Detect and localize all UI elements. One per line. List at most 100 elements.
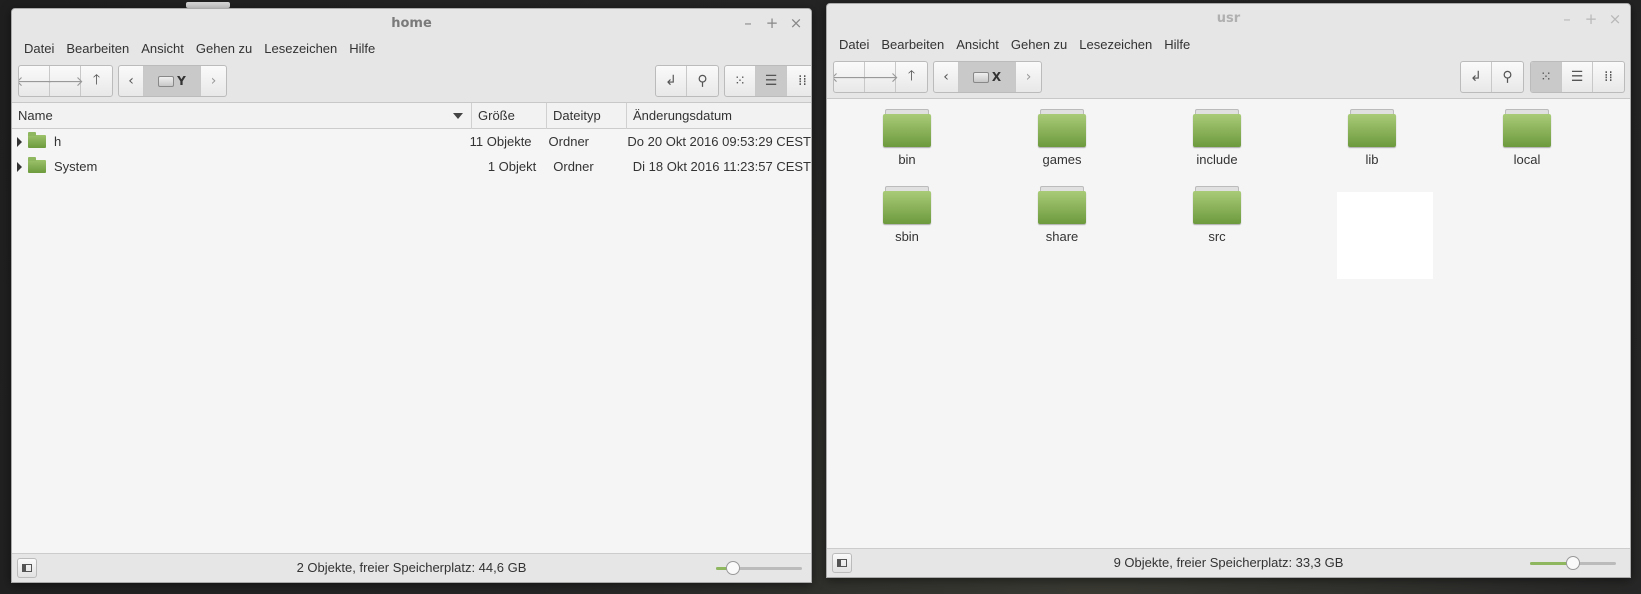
location-search-group: ↲ ⚲ [1460,61,1524,93]
close-button[interactable]: × [789,9,803,38]
maximize-button[interactable]: + [765,9,779,38]
path-prev-button[interactable]: ‹ [934,62,959,92]
search-button[interactable]: ⚲ [1492,62,1523,92]
arrow-up-icon: 🡑 [92,72,101,88]
sort-descending-icon [453,113,463,119]
file-name: h [54,134,62,149]
folder-item[interactable]: include [1147,109,1287,167]
compact-view-button[interactable]: ⁞⁞ [1593,62,1624,92]
toggle-location-icon: ↲ [665,73,677,89]
cell-name: h [12,132,465,149]
arrow-right-icon: 🡒 [46,73,84,90]
title-bar[interactable]: usr – + × [827,4,1630,34]
folder-item[interactable]: lib [1302,109,1442,167]
menu-bookmarks[interactable]: Lesezeichen [1073,37,1158,52]
toggle-location-button[interactable]: ↲ [1461,62,1492,92]
home-folder-icon [28,132,46,148]
maximize-button[interactable]: + [1584,4,1598,34]
menu-view[interactable]: Ansicht [950,37,1005,52]
menu-help[interactable]: Hilfe [1158,37,1196,52]
menu-help[interactable]: Hilfe [343,41,381,56]
path-next-button[interactable]: › [1016,62,1041,92]
column-header-label: Änderungsdatum [633,108,733,123]
location-search-group: ↲ ⚲ [655,65,719,97]
folder-item[interactable]: local [1457,109,1597,167]
list-view-icon: ☰ [1570,69,1584,85]
folder-item[interactable]: games [992,109,1132,167]
expander-icon[interactable] [17,161,22,172]
view-mode-group: ⁙ ☰ ⁞⁞ [724,65,811,97]
folder-item[interactable]: share [992,186,1132,244]
column-header-size[interactable]: Größe [472,103,547,129]
zoom-slider-knob[interactable] [1566,556,1580,570]
folder-icon [1193,109,1241,147]
path-button-current[interactable]: Y [144,66,201,96]
folder-item[interactable]: src [1147,186,1287,244]
cell-date: Do 20 Okt 2016 09:53:29 CEST [627,134,811,149]
drive-icon [972,71,989,83]
menu-edit[interactable]: Bearbeiten [60,41,135,56]
path-next-button[interactable]: › [201,66,226,96]
folder-icon [1503,109,1551,147]
minimize-button[interactable]: – [1560,4,1574,34]
compact-view-icon: ⁞⁞ [798,73,807,89]
menu-go[interactable]: Gehen zu [190,41,258,56]
menu-edit[interactable]: Bearbeiten [875,37,950,52]
folder-icon [28,157,46,173]
folder-label: src [1208,229,1226,244]
folder-icon [1193,186,1241,224]
unrendered-item-placeholder[interactable] [1337,192,1433,279]
column-header-type[interactable]: Dateityp [547,103,627,129]
path-button-current[interactable]: X [959,62,1016,92]
navigation-buttons: 🡐 🡒 🡑 [833,61,928,93]
compact-view-button[interactable]: ⁞⁞ [787,66,811,96]
drive-icon [158,75,175,87]
folder-icon [883,109,931,147]
list-view-button[interactable]: ☰ [756,66,787,96]
icon-view-button[interactable]: ⁙ [725,66,756,96]
menu-bookmarks[interactable]: Lesezeichen [258,41,343,56]
up-button[interactable]: 🡑 [81,66,112,96]
cell-type: Ordner [548,134,590,149]
minimize-button[interactable]: – [741,9,755,38]
zoom-slider[interactable] [716,561,802,575]
table-row[interactable]: h 11 Objekte Ordner Do 20 Okt 2016 09:53… [12,129,811,154]
icon-view-button[interactable]: ⁙ [1531,62,1562,92]
column-header-name[interactable]: Name [12,103,472,129]
menu-view[interactable]: Ansicht [135,41,190,56]
menu-file[interactable]: Datei [833,37,875,52]
chevron-left-icon: ‹ [128,73,134,89]
title-bar[interactable]: home – + × [12,9,811,38]
folder-label: bin [898,152,916,167]
folder-icon [1038,109,1086,147]
table-row[interactable]: System 1 Objekt Ordner Di 18 Okt 2016 11… [12,154,811,179]
search-button[interactable]: ⚲ [687,66,718,96]
folder-icon [1348,109,1396,147]
menu-go[interactable]: Gehen zu [1005,37,1073,52]
menu-file[interactable]: Datei [18,41,60,56]
expander-icon[interactable] [17,136,22,147]
forward-button[interactable]: 🡒 [46,66,84,96]
search-icon: ⚲ [697,73,708,89]
navigation-buttons: 🡐 🡒 🡑 [18,65,113,97]
search-icon: ⚲ [1502,69,1513,85]
column-header-date[interactable]: Änderungsdatum [627,103,811,129]
window-title: usr [1216,11,1241,26]
view-mode-group: ⁙ ☰ ⁞⁞ [1530,61,1625,93]
icon-view-icon: ⁙ [1540,69,1552,85]
folder-icon [883,186,931,224]
list-view-button[interactable]: ☰ [1562,62,1593,92]
arrow-right-icon: 🡒 [861,69,899,86]
zoom-slider[interactable] [1530,556,1616,570]
close-button[interactable]: × [1608,4,1622,34]
arrow-up-icon: 🡑 [907,68,916,84]
cell-name: System [12,157,469,174]
up-button[interactable]: 🡑 [896,62,927,92]
path-prev-button[interactable]: ‹ [119,66,144,96]
folder-item[interactable]: bin [837,109,977,167]
toggle-location-button[interactable]: ↲ [656,66,687,96]
forward-button[interactable]: 🡒 [861,62,899,92]
folder-label: lib [1365,152,1379,167]
path-label: X [991,70,1002,84]
folder-item[interactable]: sbin [837,186,977,244]
